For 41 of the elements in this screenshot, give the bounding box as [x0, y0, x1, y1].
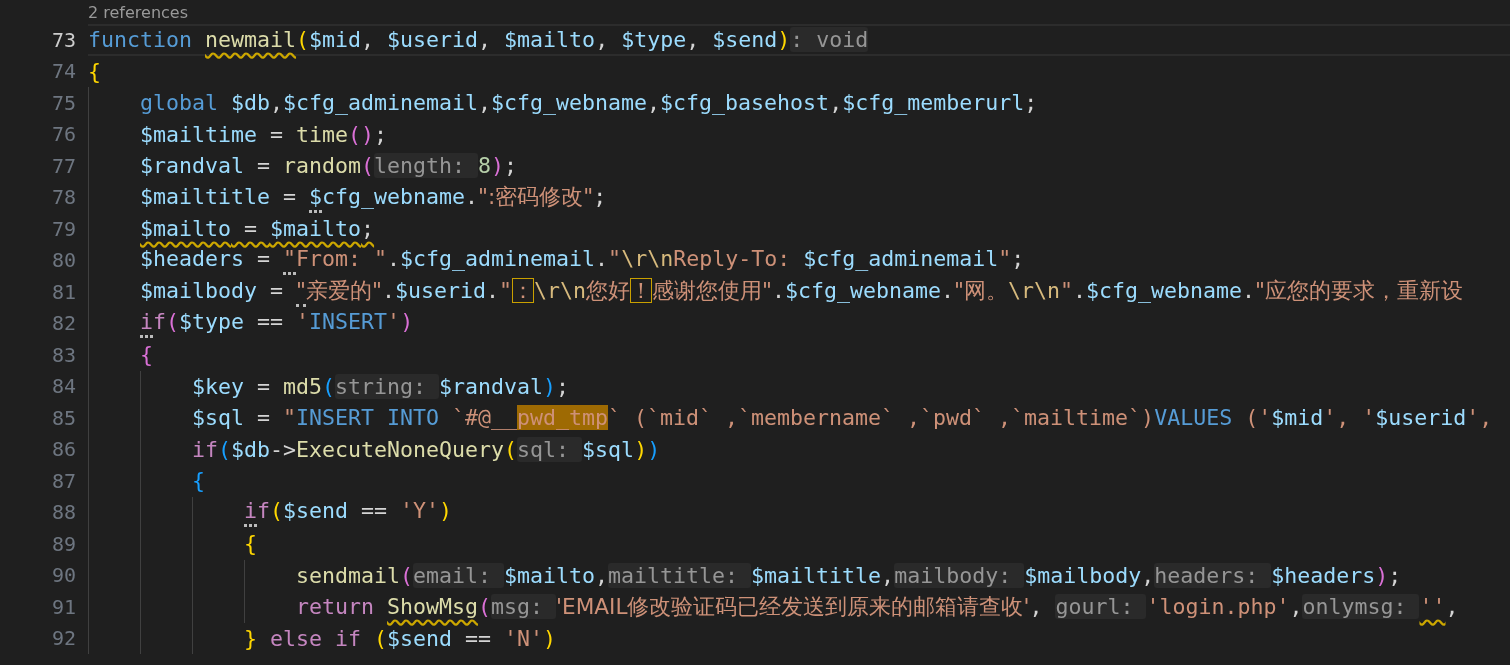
line-number: 82: [50, 311, 77, 336]
code-line: {: [88, 58, 101, 84]
code-line: $mailtitle = $cfg_webname.":密码修改";: [140, 181, 607, 213]
line-number: 75: [50, 90, 77, 115]
code-line: $key = md5(string: $randval);: [192, 373, 570, 399]
line-number: 78: [50, 185, 77, 210]
code-line: $headers = "From: ".$cfg_adminemail."\r\nReply-To: $cfg_adminemail";: [140, 245, 1025, 275]
code-line: $randval = random(length: 8);: [140, 153, 518, 179]
line-number: 87: [50, 468, 77, 493]
line-number: 76: [50, 122, 77, 147]
code-line: $sql = "INSERT INTO `#@__pwd_tmp` (`mid` ,`membername` ,`pwd` ,`mailtime`)VALUES ('$mid', '$userid',: [192, 405, 1493, 431]
line-number: 73: [50, 27, 77, 52]
code-line: $mailbody = "亲爱的".$userid."：\r\n您好！感谢您使用".$cfg_webname."网。\r\n".$cfg_webname."应您的要求，重新设: [140, 276, 1463, 308]
line-number: 80: [50, 248, 77, 273]
code-line: if($db->ExecuteNoneQuery(sql: $sql)): [192, 436, 661, 462]
line-number: 89: [50, 531, 77, 556]
code-line: {: [192, 468, 205, 494]
code-line: if($type == 'INSERT'): [140, 308, 414, 338]
code-line: $mailtime = time();: [140, 121, 388, 147]
code-line: function newmail($mid, $userid, $mailto, $type, $send): void: [88, 27, 869, 53]
line-number: 81: [50, 279, 77, 304]
line-number: 85: [50, 405, 77, 430]
codelens-link[interactable]: 2 references: [88, 2, 188, 22]
code-line: global $db,$cfg_adminemail,$cfg_webname,$cfg_basehost,$cfg_memberurl;: [140, 90, 1038, 116]
code-line: } else if ($send == 'N'): [244, 625, 557, 651]
code-line: {: [244, 531, 257, 557]
line-number: 86: [50, 437, 77, 462]
line-number: 88: [50, 500, 77, 525]
code-line: if($send == 'Y'): [244, 497, 453, 527]
line-number: 79: [50, 216, 77, 241]
line-number: 91: [50, 594, 77, 619]
code-line: return ShowMsg(msg: 'EMAIL修改验证码已经发送到原来的邮箱请查收', gourl: 'login.php',onlymsg: '',: [296, 593, 1459, 622]
code-line: $mailto = $mailto;: [140, 216, 375, 242]
line-number: 84: [50, 374, 77, 399]
code-line: {: [140, 342, 153, 368]
line-number: 74: [50, 59, 77, 84]
line-number: 90: [50, 563, 77, 588]
line-number: 92: [50, 626, 77, 651]
line-number: 83: [50, 342, 77, 367]
line-number: 77: [50, 153, 77, 178]
code-line: sendmail(email: $mailto,mailtitle: $mailtitle,mailbody: $mailbody,headers: $headers);: [296, 562, 1402, 588]
